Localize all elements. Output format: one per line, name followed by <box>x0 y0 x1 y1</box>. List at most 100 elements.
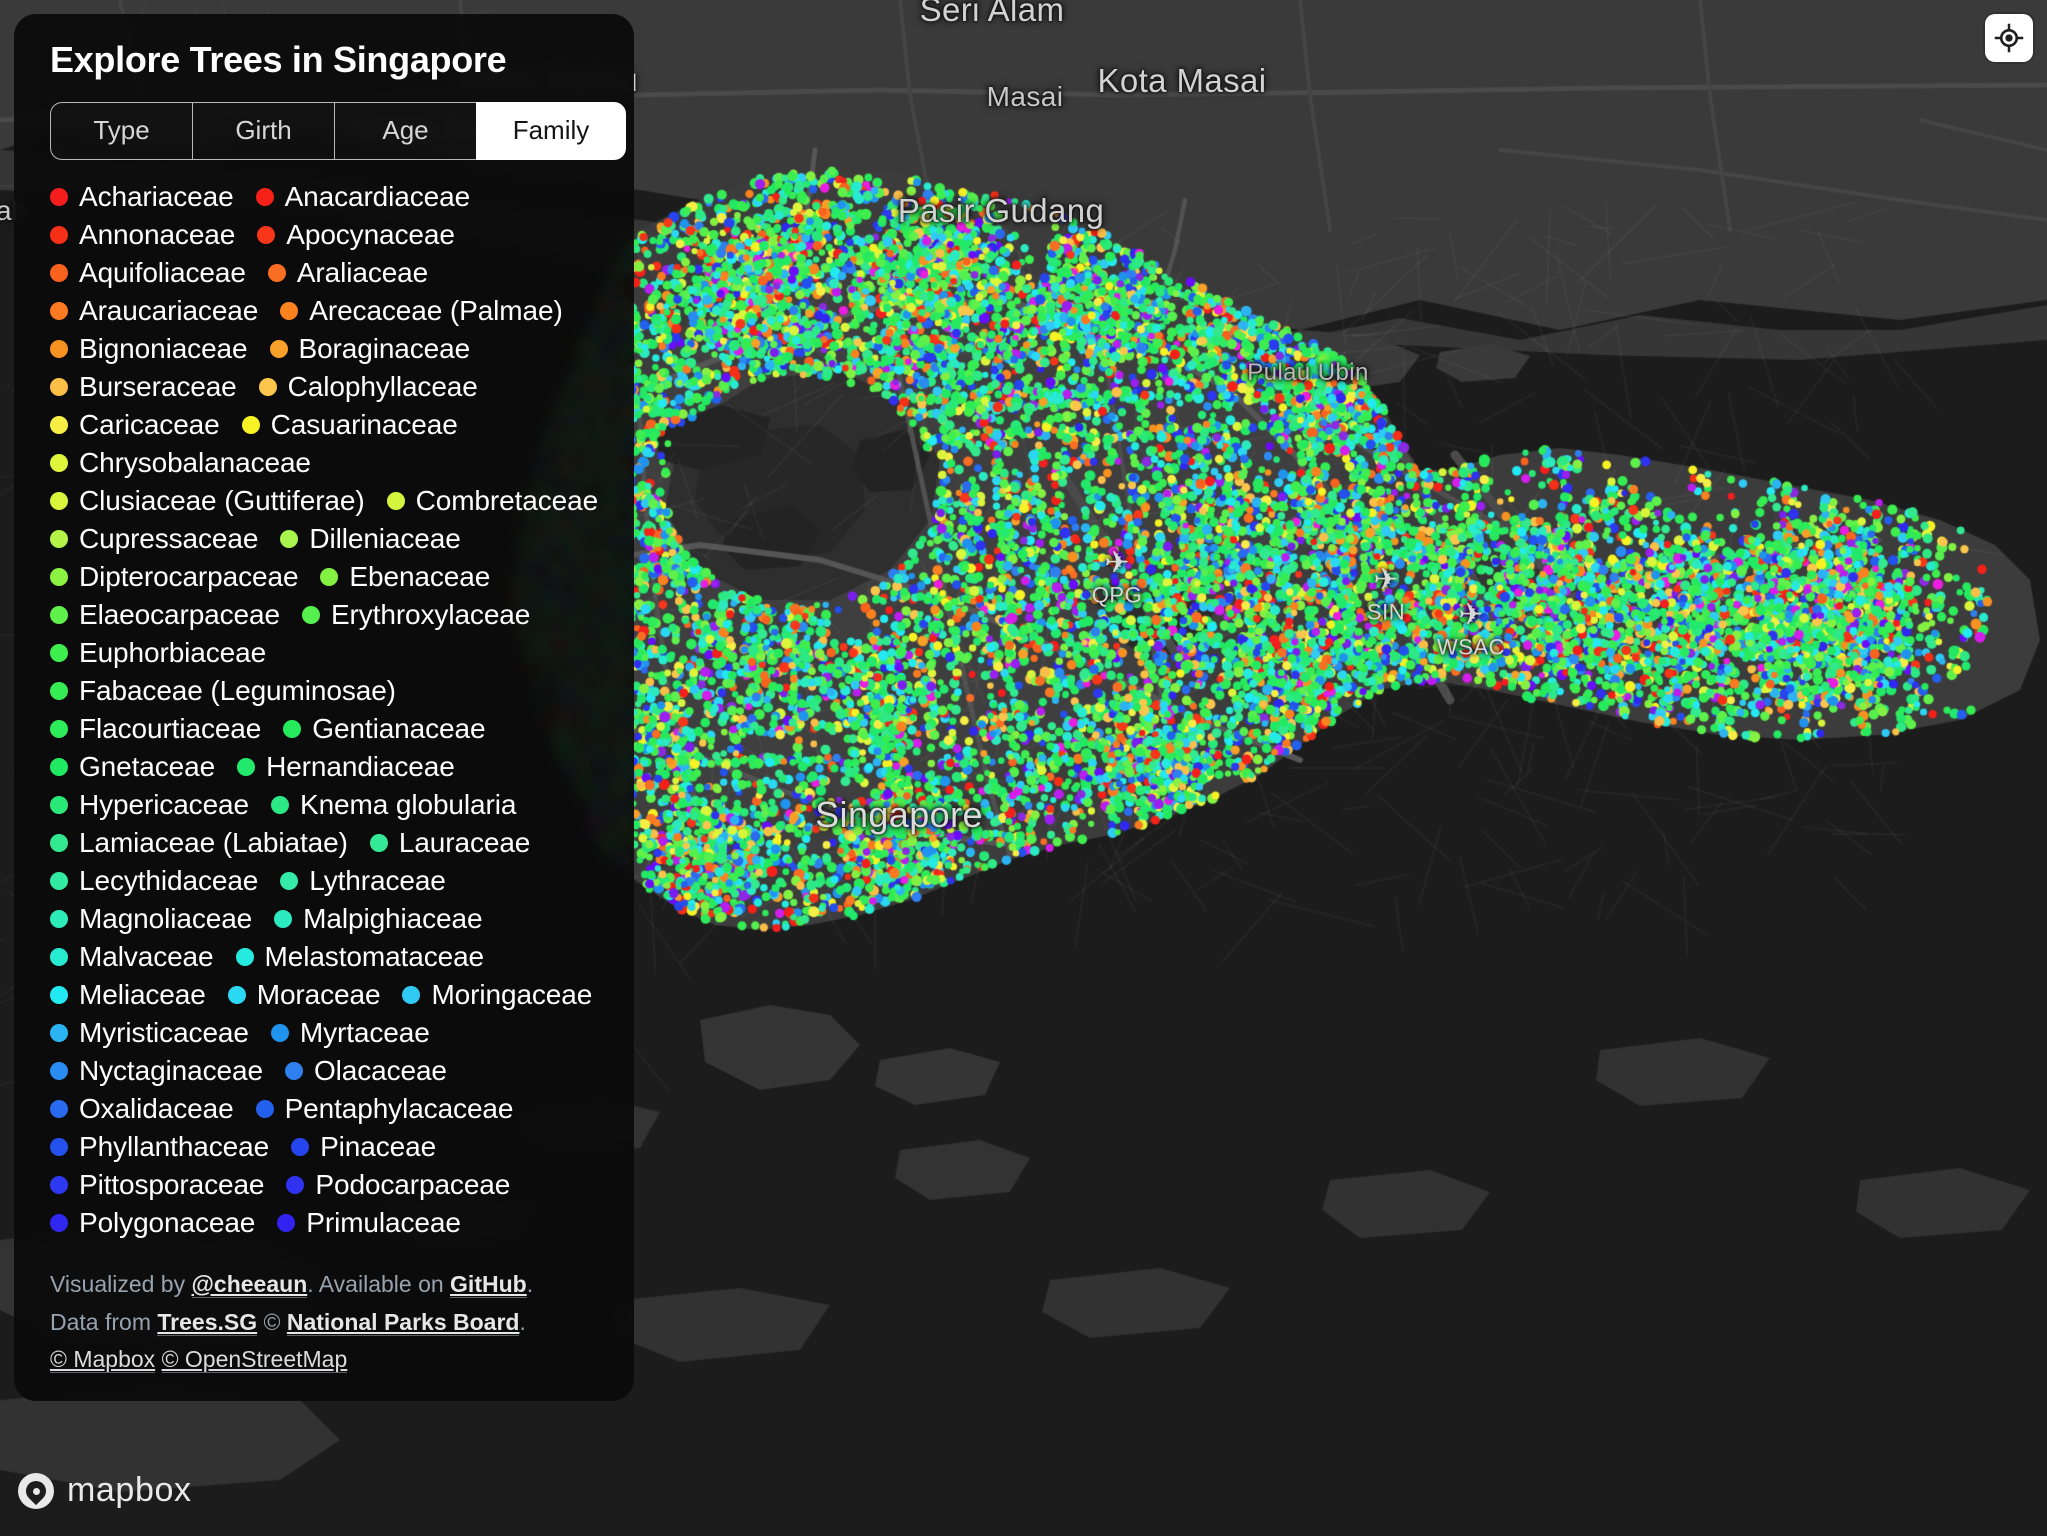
geolocate-button[interactable] <box>1985 14 2033 62</box>
legend-item[interactable]: Gnetaceae <box>50 748 215 786</box>
legend-item[interactable]: Araucariaceae <box>50 292 258 330</box>
legend-item[interactable]: Annonaceae <box>50 216 235 254</box>
legend-item[interactable]: Araliaceae <box>267 254 428 292</box>
tab-age[interactable]: Age <box>334 101 476 160</box>
osm-attribution-link[interactable]: © OpenStreetMap <box>161 1346 348 1374</box>
tab-girth[interactable]: Girth <box>192 101 334 160</box>
legend-item-label: Primulaceae <box>306 1206 461 1238</box>
legend-item-label: Gnetaceae <box>79 750 216 782</box>
tab-label: Girth <box>235 115 292 146</box>
mapbox-attribution-link[interactable]: © Mapbox <box>50 1346 156 1374</box>
legend-item[interactable]: Chrysobalanaceae <box>50 444 311 482</box>
legend-color-dot <box>235 947 254 966</box>
legend-item[interactable]: Apocynaceae <box>257 216 455 254</box>
legend-item-label: Apocynaceae <box>286 218 455 250</box>
legend-item[interactable]: Clusiaceae (Guttiferae) <box>50 482 365 520</box>
legend-item[interactable]: Lecythidaceae <box>50 862 258 900</box>
tab-family[interactable]: Family <box>476 101 626 160</box>
legend-item-label: Flacourtiaceae <box>79 712 262 744</box>
legend-item[interactable]: Fabaceae (Leguminosae) <box>50 672 396 710</box>
legend-item-label: Cupressaceae <box>79 522 259 554</box>
legend-item[interactable]: Caricaceae <box>50 406 220 444</box>
legend-item[interactable]: Nyctaginaceae <box>50 1052 263 1090</box>
legend-item-label: Oxalidaceae <box>79 1092 234 1124</box>
map-application: Seri AlamJohor BahruKota MasaiMasaiDanga… <box>0 0 2047 1536</box>
legend-item-label: Araucariaceae <box>79 294 259 326</box>
legend-item[interactable]: Achariaceae <box>50 178 234 216</box>
legend-item[interactable]: Olacaceae <box>284 1052 447 1090</box>
legend-color-dot <box>50 605 68 624</box>
legend-item[interactable]: Hernandiaceae <box>237 748 455 786</box>
legend-item[interactable]: Knema globularia <box>271 786 516 824</box>
legend-item[interactable]: Meliaceae <box>50 976 206 1014</box>
legend-item[interactable]: Pentaphylacaceae <box>255 1090 513 1128</box>
legend-item[interactable]: Gentianaceae <box>283 710 486 748</box>
legend-item[interactable]: Aquifoliaceae <box>50 254 246 292</box>
legend-item[interactable]: Arecaceae (Palmae) <box>280 292 563 330</box>
legend-item-label: Moringaceae <box>431 978 593 1010</box>
github-link[interactable]: GitHub <box>450 1270 527 1298</box>
legend-item[interactable]: Dipterocarpaceae <box>50 558 299 596</box>
legend-item[interactable]: Calophyllaceae <box>258 368 478 406</box>
legend-item-label: Moraceae <box>256 978 381 1010</box>
legend-item[interactable]: Boraginaceae <box>269 330 470 368</box>
legend-item[interactable]: Magnoliaceae <box>50 900 252 938</box>
legend-item[interactable]: Moringaceae <box>402 976 592 1014</box>
legend-item[interactable]: Moraceae <box>227 976 381 1014</box>
legend-item[interactable]: Euphorbiaceae <box>50 634 266 672</box>
legend-color-dot <box>50 1137 68 1156</box>
legend-item[interactable]: Hypericaceae <box>50 786 249 824</box>
legend-item[interactable]: Bignoniaceae <box>50 330 248 368</box>
credit-line-visualized: Visualized by @cheeaun. Available on Git… <box>50 1266 604 1304</box>
legend-item-label: Euphorbiaceae <box>79 636 267 668</box>
legend-item[interactable]: Lauraceae <box>369 824 530 862</box>
legend-item[interactable]: Oxalidaceae <box>50 1090 234 1128</box>
legend-color-dot <box>50 339 68 358</box>
legend-item[interactable]: Elaeocarpaceae <box>50 596 280 634</box>
legend-item[interactable]: Dilleniaceae <box>280 520 461 558</box>
nparks-link[interactable]: National Parks Board <box>286 1308 520 1336</box>
legend-item[interactable]: Erythroxylaceae <box>301 596 530 634</box>
legend-item[interactable]: Combretaceae <box>386 482 598 520</box>
treessg-link[interactable]: Trees.SG <box>157 1308 258 1336</box>
cheeaun-link[interactable]: @cheeaun <box>191 1270 308 1298</box>
legend-item[interactable]: Melastomataceae <box>235 938 484 976</box>
legend-item[interactable]: Flacourtiaceae <box>50 710 261 748</box>
legend-item[interactable]: Podocarpaceae <box>286 1166 510 1204</box>
legend-item[interactable]: Phyllanthaceae <box>50 1128 269 1166</box>
legend-item[interactable]: Pittosporaceae <box>50 1166 264 1204</box>
legend-item[interactable]: Anacardiaceae <box>255 178 470 216</box>
legend-item[interactable]: Cupressaceae <box>50 520 258 558</box>
legend-item[interactable]: Lythraceae <box>280 862 446 900</box>
geolocate-icon <box>1994 23 2024 53</box>
legend-color-dot <box>50 263 68 282</box>
legend-item[interactable]: Myristicaceae <box>50 1014 249 1052</box>
legend-color-dot <box>369 833 388 852</box>
legend-color-dot <box>50 643 68 662</box>
legend-item[interactable]: Malpighiaceae <box>274 900 483 938</box>
legend-color-dot <box>50 719 68 738</box>
legend-item-label: Aquifoliaceae <box>79 256 246 288</box>
legend-item-label: Malvaceae <box>79 940 214 972</box>
legend-item[interactable]: Polygonaceae <box>50 1204 255 1242</box>
legend-item[interactable]: Malvaceae <box>50 938 214 976</box>
legend-item-label: Dilleniaceae <box>309 522 461 554</box>
legend-item[interactable]: Burseraceae <box>50 368 237 406</box>
legend-item[interactable]: Ebenaceae <box>320 558 490 596</box>
legend-item-label: Gentianaceae <box>312 712 486 744</box>
legend-item[interactable]: Casuarinaceae <box>241 406 458 444</box>
legend-item-label: Pittosporaceae <box>79 1168 265 1200</box>
legend-color-dot <box>269 339 288 358</box>
legend-color-dot <box>50 1213 68 1232</box>
legend-item[interactable]: Pinaceae <box>291 1128 436 1166</box>
legend-color-dot <box>255 187 274 206</box>
legend-item-label: Podocarpaceae <box>315 1168 511 1200</box>
mapbox-logo[interactable]: mapbox <box>18 1471 192 1510</box>
legend-item[interactable]: Myrtaceae <box>270 1014 430 1052</box>
tab-type[interactable]: Type <box>50 101 192 160</box>
legend-item-label: Chrysobalanaceae <box>79 446 311 478</box>
family-legend: Achariaceae Anacardiaceae Annonaceae Apocyn… <box>14 160 634 1248</box>
legend-item[interactable]: Lamiaceae (Labiatae) <box>50 824 348 862</box>
legend-item[interactable]: Primulaceae <box>277 1204 461 1242</box>
legend-color-dot <box>274 909 293 928</box>
